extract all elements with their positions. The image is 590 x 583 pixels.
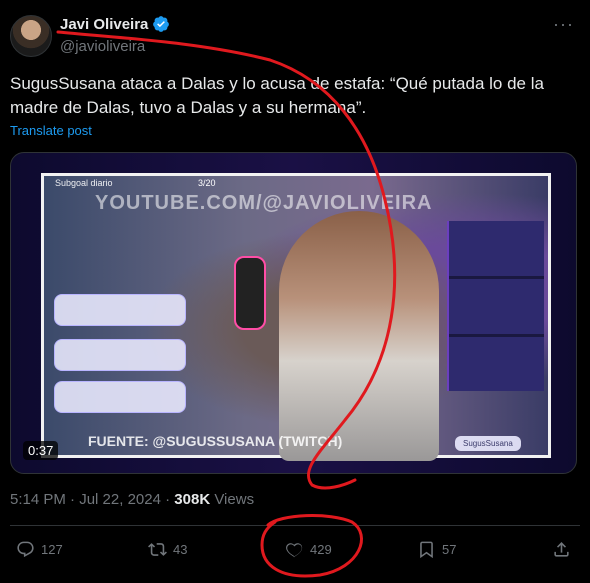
author-name-row[interactable]: Javi Oliveira: [60, 15, 170, 33]
microphone-icon: [234, 256, 266, 330]
chat-card: [54, 339, 186, 371]
views-label: Views: [214, 491, 255, 508]
divider: [10, 525, 580, 526]
streamer-figure: [279, 211, 439, 461]
tweet-time[interactable]: 5:14 PM: [10, 491, 66, 508]
video-watermark: YOUTUBE.COM/@JAVIOLIVEIRA: [95, 192, 433, 214]
repost-count: 43: [173, 542, 188, 557]
bookmark-button[interactable]: 57: [417, 540, 456, 559]
translate-link[interactable]: Translate post: [10, 123, 92, 138]
share-icon: [554, 542, 569, 557]
views-count: 308K: [174, 491, 211, 508]
reply-button[interactable]: 127: [16, 540, 63, 559]
more-options-icon[interactable]: ···: [553, 14, 574, 35]
tweet-text: SugusSusana ataca a Dalas y lo acusa de …: [10, 74, 544, 117]
share-button[interactable]: [552, 540, 571, 559]
chat-card: [54, 294, 186, 326]
author-avatar[interactable]: [10, 15, 52, 57]
video-duration: 0:37: [23, 441, 59, 460]
video-source-credit: FUENTE: @SUGUSSUSANA (TWITCH): [88, 433, 343, 449]
like-button[interactable]: 429: [285, 540, 332, 559]
author-name[interactable]: Javi Oliveira: [60, 16, 148, 33]
channel-tag: SugusSusana: [455, 436, 521, 451]
bookmark-count: 57: [442, 542, 457, 557]
figure-shelf: [447, 221, 544, 391]
chat-card: [54, 381, 186, 413]
meta-separator: ·: [70, 491, 76, 508]
reply-count: 127: [41, 542, 63, 557]
tweet-meta: 5:14 PM · Jul 22, 2024 · 308K Views: [10, 491, 254, 508]
meta-separator: ·: [165, 491, 171, 508]
video-frame: [41, 173, 551, 461]
heart-icon: [286, 543, 303, 558]
repost-icon: [148, 543, 167, 556]
repost-button[interactable]: 43: [148, 540, 187, 559]
verified-badge-icon: [153, 16, 170, 32]
subgoal-count: 3/20: [198, 178, 216, 188]
tweet-date[interactable]: Jul 22, 2024: [79, 491, 161, 508]
reply-icon: [17, 541, 34, 558]
subgoal-label: Subgoal diario: [55, 178, 113, 188]
like-count: 429: [310, 542, 332, 557]
bookmark-icon: [420, 541, 433, 559]
author-handle[interactable]: @javioliveira: [60, 38, 145, 55]
